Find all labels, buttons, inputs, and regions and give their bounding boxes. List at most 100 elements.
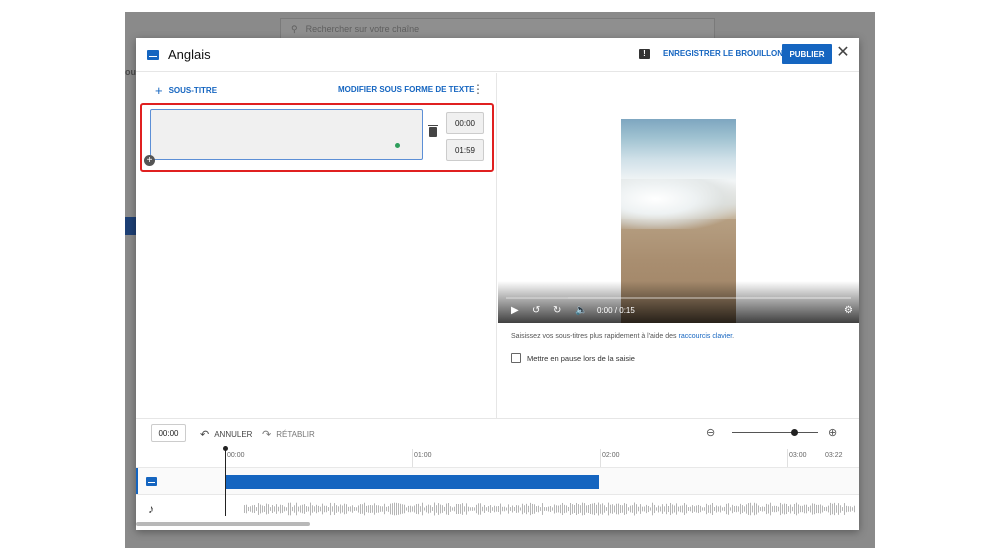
zoom-slider[interactable] [732,432,818,433]
waveform-bar [588,505,589,513]
waveform-bar [356,507,357,511]
waveform-bar [352,505,353,513]
waveform-bar [354,507,355,511]
waveform-bar [702,507,703,511]
ruler-tick [412,449,413,467]
rewind-icon[interactable]: ↺ [532,305,540,317]
subtitles-icon [145,477,157,486]
waveform-bar [738,506,739,512]
waveform-bar [760,507,761,511]
zoom-in-icon[interactable]: ⊕ [828,426,837,439]
waveform-bar [626,503,627,515]
waveform-bar [368,505,369,513]
waveform-bar [678,506,679,512]
zoom-slider-thumb[interactable] [790,429,798,436]
waveform-bar [816,504,817,514]
waveform-bar [440,504,441,514]
waveform-bar [566,505,567,513]
waveform-bar [436,505,437,513]
timeline-playhead[interactable] [223,446,228,516]
waveform-bar [360,504,361,514]
waveform-bar [370,505,371,513]
waveform-bar [820,504,821,514]
waveform-bar [530,502,531,516]
close-icon[interactable]: ✕ [836,44,850,62]
gear-icon[interactable]: ⚙ [844,305,853,317]
waveform-bar [482,506,483,512]
start-time-field[interactable]: 00:00 [446,112,484,134]
waveform-bar [770,502,771,516]
waveform-bar [578,504,579,514]
forward-icon[interactable]: ↻ [553,305,561,317]
audio-track: ♪ [136,494,859,521]
waveform-bar [726,503,727,515]
waveform-bar [428,504,429,514]
waveform-bar [772,506,773,512]
waveform-bar [508,504,509,514]
more-options-icon[interactable]: ⋮ [472,82,484,96]
status-dot [395,143,400,148]
waveform-bar [308,506,309,512]
waveform-bar [250,506,251,512]
progress-bar[interactable] [506,297,851,299]
waveform-bar [532,503,533,515]
waveform-bar [444,506,445,512]
waveform-bar [470,507,471,511]
waveform-bar [784,503,785,515]
waveform-bar [528,505,529,513]
redo-button[interactable]: ↷ RÉTABLIR [262,428,315,441]
end-time-field[interactable]: 01:59 [446,139,484,161]
feedback-icon[interactable]: ! [639,49,650,59]
timeline-ruler: 00:00 01:00 02:00 03:00 03:22 [136,449,859,467]
waveform-bar [490,505,491,513]
waveform-bar [432,507,433,511]
timeline-scrollbar[interactable] [136,522,310,526]
subtitle-text-input[interactable] [150,109,423,160]
publish-button[interactable]: PUBLIER [782,44,832,64]
waveform-bar [448,503,449,515]
waveform-bar [416,504,417,514]
keyboard-shortcuts-link[interactable]: raccourcis clavier [678,333,732,340]
waveform-bar [438,503,439,515]
waveform-bar [742,505,743,513]
add-subtitle-label: SOUS-TITRE [168,86,218,95]
waveform-bar [712,502,713,516]
pause-checkbox[interactable] [511,353,521,363]
waveform-bar [480,503,481,515]
waveform-bar [364,502,365,516]
waveform-bar [350,506,351,512]
ruler-label: 02:00 [602,452,620,459]
waveform-bar [526,503,527,515]
progress-fill [506,297,569,299]
add-subtitle-button[interactable]: + SOUS-TITRE [155,83,217,98]
waveform-bar [268,504,269,514]
waveform-bar [348,506,349,512]
ruler-tick [600,449,601,467]
zoom-out-icon[interactable]: ⊖ [706,426,715,439]
volume-icon[interactable]: 🔈 [575,305,587,317]
undo-button[interactable]: ↶ ANNULER [200,428,252,441]
waveform-bar [690,506,691,512]
current-time-field[interactable]: 00:00 [151,424,186,442]
timeline-panel: 00:00 ↶ ANNULER ↷ RÉTABLIR ⊖ ⊕ 00:00 01:… [136,418,859,530]
waveform-bar [790,504,791,514]
trash-icon[interactable] [428,125,438,137]
add-circle-icon[interactable]: + [144,155,155,166]
undo-icon: ↶ [200,429,210,441]
waveform-bar [362,504,363,514]
keyboard-shortcuts-hint: Saisissez vos sous-titres plus rapidemen… [511,333,734,340]
waveform-bar [544,507,545,511]
edit-as-text-button[interactable]: MODIFIER SOUS FORME DE TEXTE [338,85,474,94]
subtitle-segment[interactable] [226,475,599,489]
pause-label: Mettre en pause lors de la saisie [527,353,635,363]
save-draft-button[interactable]: ENREGISTRER LE BROUILLON [663,49,783,58]
waveform-bar [806,504,807,514]
pause-while-typing-option[interactable]: Mettre en pause lors de la saisie [511,353,635,363]
waveform-bar [652,502,653,516]
play-icon[interactable]: ▶ [511,305,519,317]
waveform-bar [462,503,463,515]
waveform-bar [252,505,253,513]
waveform-bar [244,505,245,513]
video-player[interactable]: ▶ ↺ ↻ 🔈 0:00 / 0:15 ⚙ [498,73,859,323]
dialog-header: Anglais ! ENREGISTRER LE BROUILLON PUBLI… [136,38,859,72]
